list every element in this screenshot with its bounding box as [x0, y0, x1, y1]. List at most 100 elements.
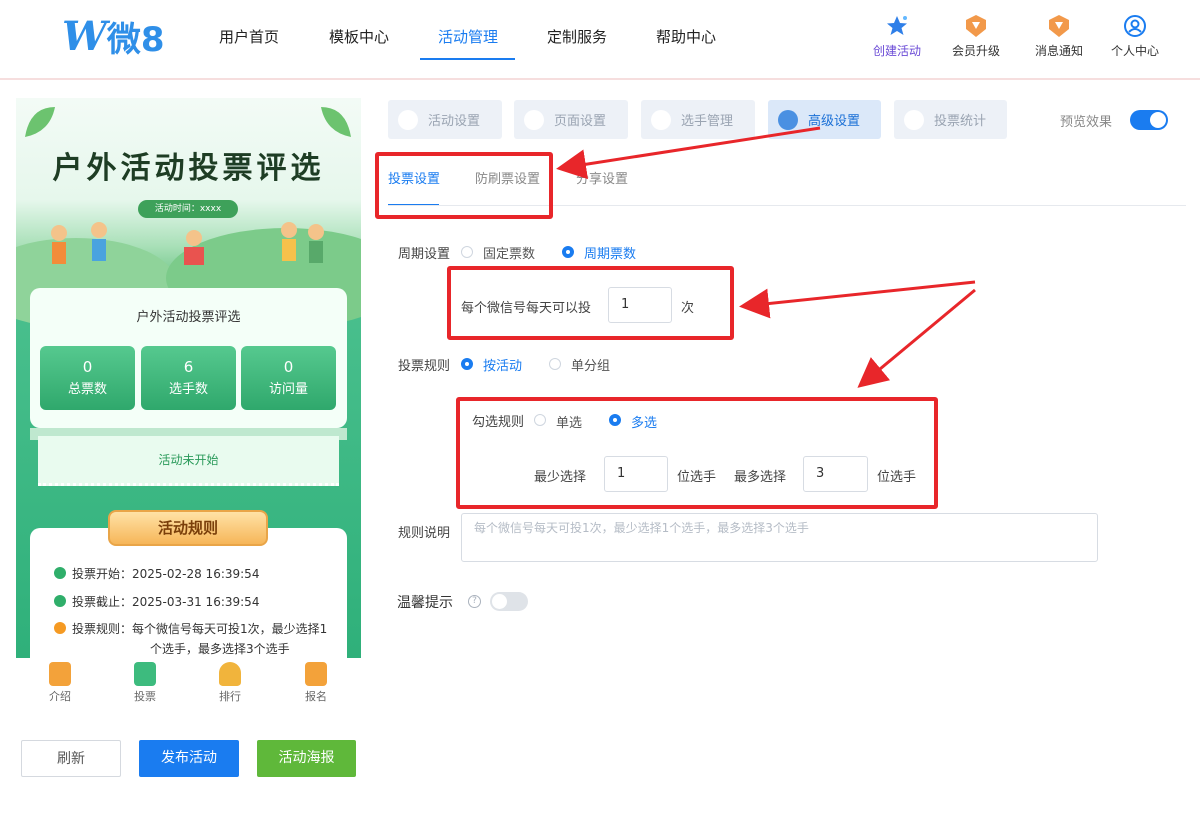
card-title: 户外活动投票评选: [136, 310, 241, 325]
stat-value: 0: [82, 358, 93, 376]
stat-label: 总票数: [67, 382, 107, 397]
trophy-icon: [219, 662, 241, 686]
rule-text: 投票开始：2025-02-28 16:39:54: [72, 567, 260, 581]
user-avatar-icon: [1124, 15, 1146, 37]
arrow-to-selection-rule: [857, 288, 976, 388]
clock-icon: [54, 567, 66, 579]
preview-effect-toggle[interactable]: [1130, 110, 1168, 130]
tab-vote[interactable]: 投票: [115, 662, 175, 704]
publish-activity-button[interactable]: 发布活动: [139, 740, 239, 777]
personal-center-button[interactable]: 个人中心: [1100, 14, 1170, 59]
tab-advanced-settings[interactable]: 高级设置: [768, 100, 881, 139]
warm-tip-toggle[interactable]: [490, 592, 528, 611]
rule-text: 个选手，最多选择3个选手: [150, 642, 290, 656]
arrow-to-daily-votes: [739, 280, 976, 319]
banner-title: 户外活动投票评选: [52, 151, 325, 186]
stat-total-votes: 0 总票数: [40, 346, 135, 410]
stat-value: 0: [283, 358, 294, 376]
edit-icon: [305, 662, 327, 686]
clock-icon: [54, 595, 66, 607]
nav-home[interactable]: 用户首页: [219, 26, 279, 47]
tab-contestant-management[interactable]: 选手管理: [641, 100, 755, 139]
user-icon: [651, 109, 671, 130]
nav-help-center[interactable]: 帮助中心: [656, 26, 716, 47]
banner-time: 活动时间：xxxx: [138, 200, 238, 218]
rules-title-badge: 活动规则: [108, 510, 268, 546]
heart-icon: [398, 109, 418, 130]
stats-card: 户外活动投票评选 0 总票数 6 选手数 0 访问量: [30, 288, 347, 428]
top-tab-label: 活动设置: [428, 114, 481, 129]
stat-contestants: 6 选手数: [141, 346, 236, 410]
period-label: 周期设置: [398, 247, 451, 262]
tab-vote-statistics[interactable]: 投票统计: [894, 100, 1007, 139]
rule-line: 投票截止：2025-03-31 16:39:54: [54, 592, 259, 612]
subtab-share-settings[interactable]: 分享设置: [576, 168, 628, 187]
radio-single-group-label[interactable]: 单分组: [571, 355, 610, 374]
annotation-box-subtabs: [375, 152, 553, 219]
rule-line: 投票规则：每个微信号每天可投1次，最少选择1: [54, 619, 327, 639]
rule-line: 个选手，最多选择3个选手: [150, 639, 290, 658]
help-icon[interactable]: ?: [468, 595, 481, 608]
preview-banner: 户外活动投票评选 活动时间：xxxx: [16, 98, 361, 328]
radio-single-group[interactable]: [549, 358, 561, 370]
site-logo[interactable]: W 微8: [62, 12, 165, 60]
message-notification-button[interactable]: 消息通知: [1024, 14, 1094, 59]
radio-periodic-votes[interactable]: [562, 246, 574, 258]
nav-activity-management[interactable]: 活动管理: [438, 26, 498, 47]
radio-fixed-votes[interactable]: [461, 246, 473, 258]
radio-by-activity-label[interactable]: 按活动: [483, 355, 522, 374]
ballot-icon: [134, 662, 156, 686]
warm-tip-label: 温馨提示: [397, 595, 453, 611]
preview-tabbar: 介绍 投票 排行 报名: [16, 658, 361, 714]
page-icon: [524, 109, 544, 130]
people-illustration: [51, 222, 324, 265]
preview-effect-label: 预览效果: [1060, 115, 1113, 130]
logo-text: 微8: [106, 19, 165, 60]
nav-custom-service[interactable]: 定制服务: [547, 26, 607, 47]
member-upgrade-button[interactable]: 会员升级: [941, 14, 1011, 59]
refresh-button[interactable]: 刷新: [21, 740, 121, 777]
tab-label: 报名: [305, 690, 327, 703]
tab-label: 投票: [134, 690, 156, 703]
nav-templates[interactable]: 模板中心: [329, 26, 389, 47]
top-header: W 微8 用户首页 模板中心 活动管理 定制服务 帮助中心 创建活动 会员升级 …: [0, 0, 1200, 80]
stat-label: 访问量: [268, 382, 308, 397]
stat-visits: 0 访问量: [241, 346, 336, 410]
top-tab-label: 投票统计: [934, 114, 987, 129]
toggle-knob: [492, 594, 507, 609]
create-activity-button[interactable]: 创建活动: [862, 14, 932, 59]
diamond-badge-icon: [966, 15, 986, 37]
tab-intro[interactable]: 介绍: [30, 662, 90, 704]
activity-poster-button[interactable]: 活动海报: [257, 740, 356, 777]
tab-page-settings[interactable]: 页面设置: [514, 100, 628, 139]
stat-value: 6: [183, 358, 194, 376]
toggle-knob: [1150, 112, 1166, 128]
mobile-preview[interactable]: 户外活动投票评选 活动时间：xxxx 户外活动投票评选 0 总票数 6 选手数 …: [16, 98, 361, 658]
radio-fixed-votes-label[interactable]: 固定票数: [483, 243, 535, 262]
tab-ranking[interactable]: 排行: [200, 662, 260, 704]
chart-icon: [904, 109, 924, 130]
personal-center-label: 个人中心: [1110, 44, 1159, 58]
rule-description-textarea[interactable]: 每个微信号每天可投1次，最少选择1个选手，最多选择3个选手: [461, 513, 1098, 562]
rules-card: 投票开始：2025-02-28 16:39:54 投票截止：2025-03-31…: [30, 528, 347, 658]
rule-text: 投票规则：每个微信号每天可投1次，最少选择1: [72, 622, 328, 636]
rule-text: 投票截止：2025-03-31 16:39:54: [72, 595, 260, 609]
radio-by-activity[interactable]: [461, 358, 473, 370]
rule-line: 投票开始：2025-02-28 16:39:54: [54, 564, 259, 584]
create-activity-label: 创建活动: [872, 44, 921, 58]
radio-periodic-votes-label[interactable]: 周期票数: [584, 243, 636, 262]
top-tab-label: 高级设置: [808, 114, 861, 129]
nav-active-indicator: [420, 58, 515, 60]
leaf-icon: [25, 107, 55, 137]
annotation-box-daily-votes: [447, 266, 734, 340]
notification-badge-icon: [1049, 15, 1069, 37]
tab-signup[interactable]: 报名: [286, 662, 346, 704]
vote-rule-label: 投票规则: [398, 359, 451, 374]
tab-activity-settings[interactable]: 活动设置: [388, 100, 502, 139]
rule-description-label: 规则说明: [398, 526, 451, 541]
member-upgrade-label: 会员升级: [951, 44, 1000, 58]
message-notification-label: 消息通知: [1034, 44, 1083, 58]
document-icon: [49, 662, 71, 686]
top-tab-label: 选手管理: [681, 114, 734, 129]
logo-mark: W: [62, 12, 107, 60]
